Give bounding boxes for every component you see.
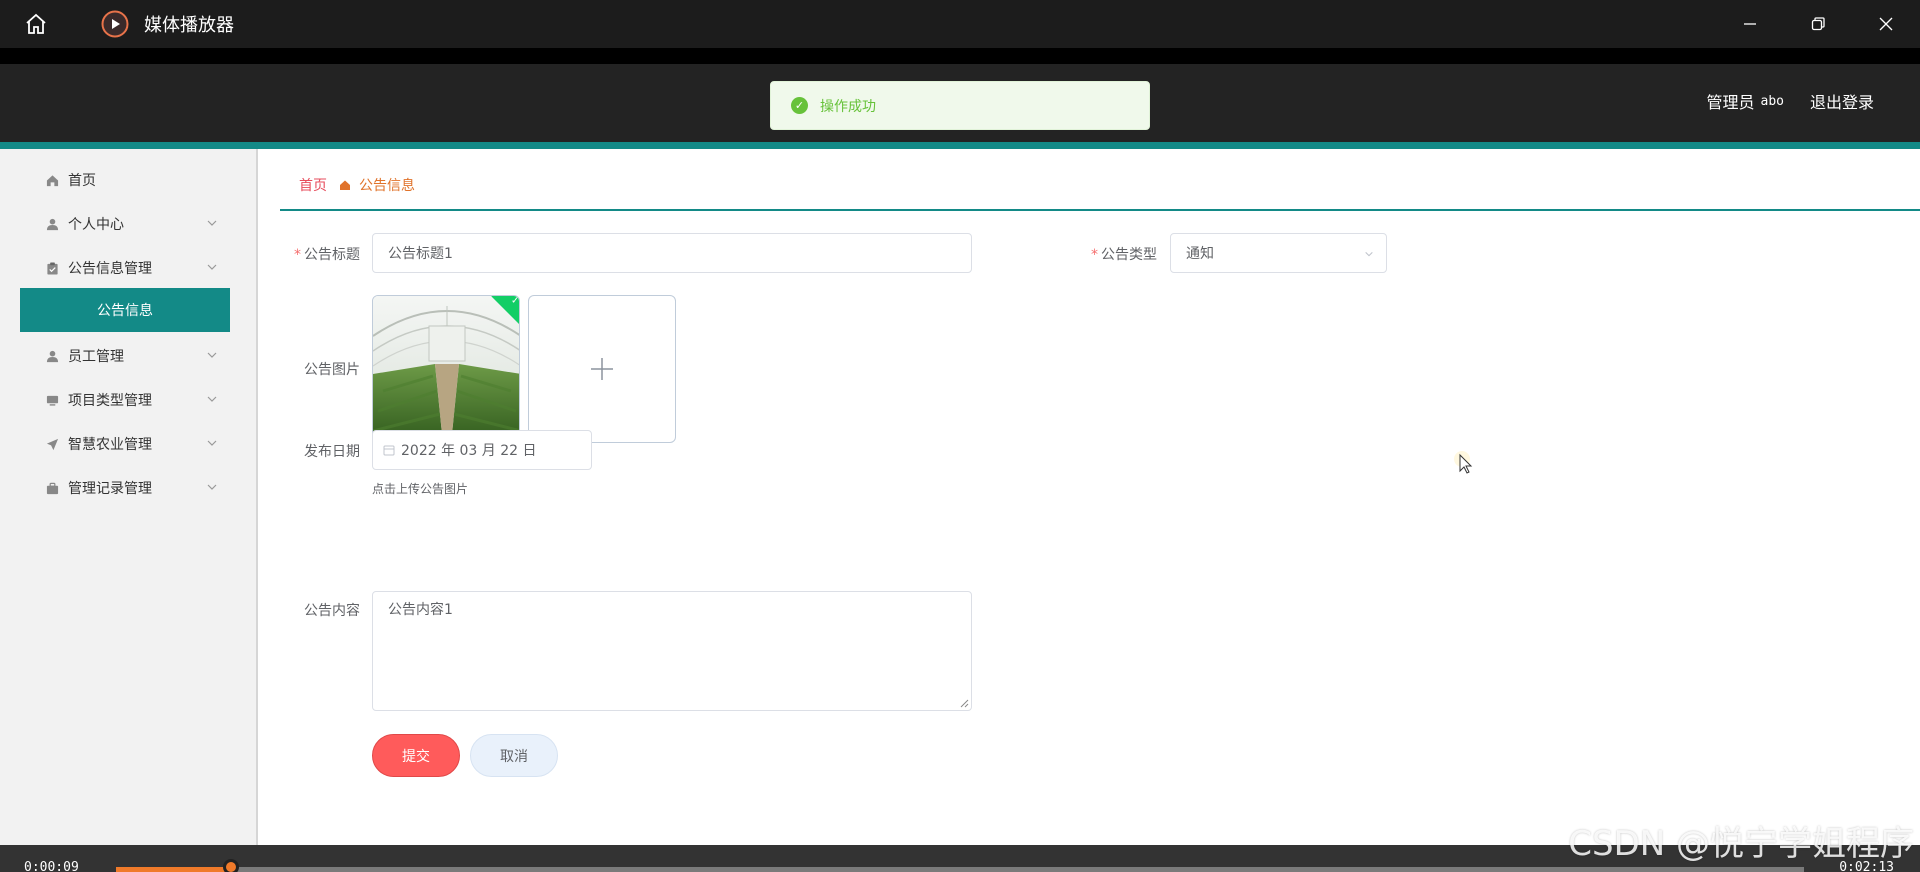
sidebar-item-label: 个人中心 [68, 217, 124, 233]
title-input-value: 公告标题1 [388, 246, 453, 262]
sidebar: 首页 个人中心 公告信息管理 公告信息 员工管理 项目类型管理 智慧农业管理 管… [0, 149, 258, 845]
upload-tip: 点击上传公告图片 [372, 482, 469, 496]
type-select[interactable]: 通知 [1170, 233, 1387, 273]
check-circle-icon: ✓ [791, 97, 808, 114]
seek-knob[interactable] [223, 859, 239, 872]
content-textarea[interactable]: 公告内容1 [372, 591, 972, 711]
minimize-button[interactable] [1716, 0, 1784, 48]
sidebar-item-notice-management[interactable]: 公告信息管理 [20, 246, 230, 290]
plus-icon [591, 358, 613, 380]
player-divider [0, 48, 1920, 64]
submit-button[interactable]: 提交 [372, 734, 460, 777]
date-label: 发布日期 [260, 441, 360, 461]
user-name: abo [1760, 93, 1784, 109]
watermark: CSDN @悦宁学姐程序 [1568, 824, 1914, 864]
user-icon [45, 217, 59, 231]
sidebar-subitem-notice-info[interactable]: 公告信息 [20, 288, 230, 332]
chevron-up-icon [207, 264, 217, 270]
toast-message: 操作成功 [820, 98, 876, 115]
upload-add-button[interactable] [528, 295, 676, 443]
chevron-down-icon [1365, 251, 1373, 257]
sidebar-item-label: 管理记录管理 [68, 481, 152, 497]
resize-handle-icon[interactable] [959, 698, 969, 708]
calendar-icon [383, 445, 395, 456]
chevron-down-icon [207, 484, 217, 490]
sidebar-item-project-type-management[interactable]: 项目类型管理 [20, 378, 230, 422]
monitor-icon [45, 393, 59, 407]
title-label: * 公告标题 [260, 244, 360, 264]
sidebar-item-label: 公告信息管理 [68, 261, 152, 277]
user-icon [45, 349, 59, 363]
clipboard-icon [45, 261, 59, 275]
player-title-bar: 媒体播放器 [0, 0, 1920, 48]
user-area: 管理员 abo 退出登录 [1706, 64, 1874, 138]
date-label-text: 发布日期 [304, 444, 360, 460]
sidebar-item-employee-management[interactable]: 员工管理 [20, 334, 230, 378]
seek-track[interactable] [116, 867, 1804, 872]
sidebar-item-smart-agriculture-management[interactable]: 智慧农业管理 [20, 422, 230, 466]
required-mark: * [1091, 247, 1098, 263]
chevron-down-icon [207, 440, 217, 446]
image-label-text: 公告图片 [304, 362, 360, 378]
date-value: 2022 年 03 月 22 日 [401, 443, 537, 459]
sidebar-item-record-management[interactable]: 管理记录管理 [20, 466, 230, 510]
breadcrumb-home[interactable]: 首页 [299, 175, 327, 195]
chevron-down-icon [207, 220, 217, 226]
mouse-cursor-icon [1454, 451, 1473, 474]
title-input[interactable]: 公告标题1 [372, 233, 972, 273]
cancel-button[interactable]: 取消 [470, 734, 558, 777]
sidebar-item-profile[interactable]: 个人中心 [20, 202, 230, 246]
type-select-value: 通知 [1186, 246, 1214, 262]
user-role: 管理员 [1706, 93, 1755, 112]
player-title: 媒体播放器 [144, 15, 234, 36]
house-icon [337, 177, 353, 193]
sidebar-item-label: 项目类型管理 [68, 393, 152, 409]
briefcase-icon [45, 481, 59, 495]
sidebar-item-label: 员工管理 [68, 349, 124, 365]
sidebar-item-home[interactable]: 首页 [20, 158, 230, 202]
content-label: 公告内容 [260, 600, 360, 620]
send-icon [45, 437, 59, 451]
media-player-logo-icon [100, 9, 130, 39]
sidebar-item-label: 首页 [68, 173, 96, 189]
breadcrumb-current: 公告信息 [359, 178, 415, 194]
logout-link[interactable]: 退出登录 [1810, 89, 1874, 113]
close-button[interactable] [1852, 0, 1920, 48]
seek-fill [116, 867, 231, 872]
breadcrumb: 首页 公告信息 [299, 175, 415, 195]
uploaded-image-thumbnail[interactable]: ✓ [372, 295, 520, 443]
time-elapsed: 0:00:09 [24, 860, 79, 872]
type-label: * 公告类型 [1057, 244, 1157, 264]
content-value: 公告内容1 [388, 602, 453, 618]
restore-button[interactable] [1784, 0, 1852, 48]
title-label-text: 公告标题 [304, 247, 360, 263]
home-icon[interactable] [18, 6, 54, 42]
sidebar-item-label: 智慧农业管理 [68, 437, 152, 453]
required-mark: * [294, 247, 301, 263]
home-icon [45, 173, 59, 187]
main-content: 首页 公告信息 * 公告标题 公告标题1 * 公告类型 通知 公告图片 ✓ 点击… [260, 149, 1920, 845]
greenhouse-image [373, 296, 519, 442]
sidebar-subitem-label: 公告信息 [97, 303, 153, 319]
chevron-down-icon [207, 352, 217, 358]
success-toast: ✓ 操作成功 [770, 81, 1150, 130]
content-label-text: 公告内容 [304, 603, 360, 619]
date-picker[interactable]: 2022 年 03 月 22 日 [372, 430, 592, 470]
check-icon: ✓ [511, 295, 520, 307]
type-label-text: 公告类型 [1101, 247, 1157, 263]
image-label: 公告图片 [260, 359, 360, 379]
header-accent-line [0, 142, 1920, 149]
chevron-down-icon [207, 396, 217, 402]
breadcrumb-divider [280, 209, 1920, 211]
